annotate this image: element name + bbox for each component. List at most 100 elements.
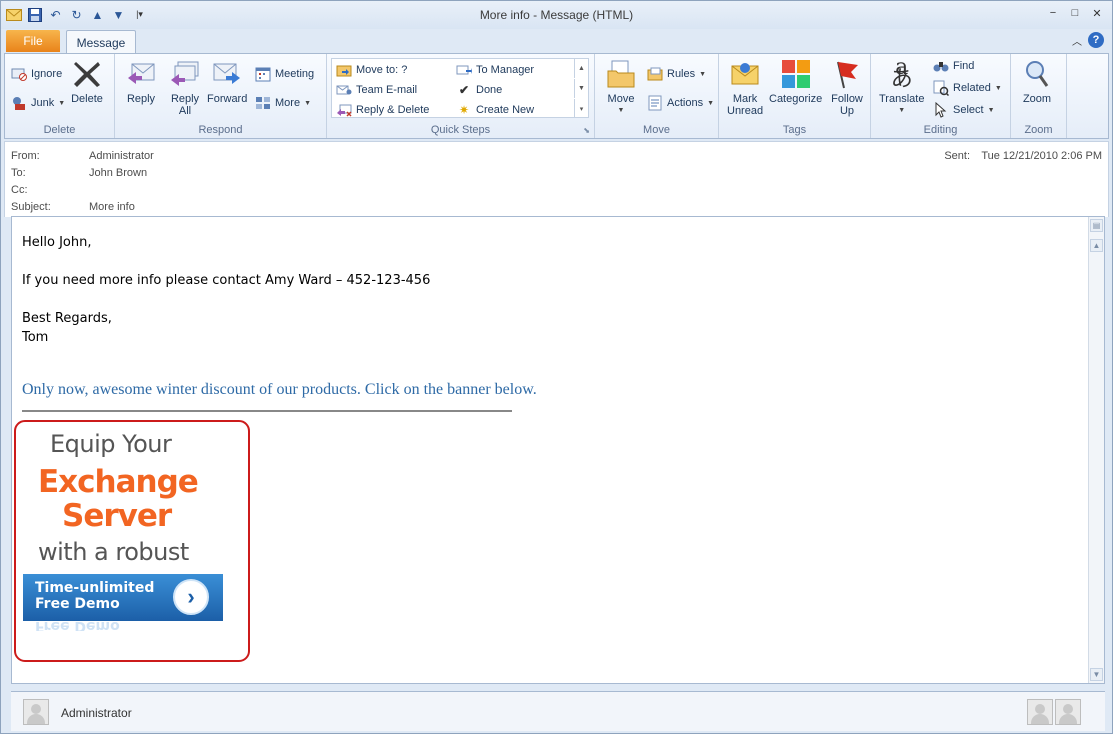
translate-button[interactable]: aあ Translate ▼ [879,57,924,117]
ignore-button[interactable]: Ignore [11,66,62,82]
forward-icon [211,58,243,90]
outlook-message-window: ↶ ↻ ▲ ▼ |▾ More info - Message (HTML) − … [0,0,1113,734]
quick-steps-dialog-launcher-icon[interactable]: ⬊ [583,126,590,135]
actions-button[interactable]: Actions ▼ [647,95,714,111]
rules-dropdown-icon[interactable]: ▼ [699,71,706,78]
mark-unread-label-2: Unread [727,105,764,117]
rules-button[interactable]: Rules ▼ [647,66,706,82]
meeting-calendar-icon [255,66,271,82]
collapse-ribbon-icon[interactable]: ︿ [1072,33,1082,48]
junk-dropdown-icon[interactable]: ▼ [58,100,65,107]
message-body: Hello John, If you need more info please… [11,216,1105,684]
find-button[interactable]: Find [933,58,974,74]
translate-dropdown-icon[interactable]: ▼ [898,105,905,117]
mark-unread-button[interactable]: Mark Unread [727,58,763,117]
actions-icon [647,95,663,111]
rules-icon [647,66,663,82]
group-zoom: Zoom Zoom [1011,54,1067,138]
delete-button[interactable]: Delete [71,58,103,105]
free-demo-reflection: Free Demo [35,621,120,631]
to-value[interactable]: John Brown [89,167,147,179]
move-to-label: Move to: ? [356,64,408,76]
free-demo-label: Time-unlimited Free Demo [35,580,154,612]
group-label-delete: Delete [43,124,76,136]
reply-all-label-1: Reply [170,93,200,105]
scroll-down-button[interactable]: ▼ [1090,668,1103,681]
banner-line-4: with a robust [38,538,189,566]
actions-dropdown-icon[interactable]: ▼ [707,100,714,107]
reply-button[interactable]: Reply [125,58,157,105]
scrollbar-options-icon[interactable]: ▤ [1090,219,1103,232]
close-button[interactable]: ✕ [1088,5,1106,21]
zoom-label: Zoom [1022,93,1052,105]
to-manager-icon [456,62,472,78]
ribbon-tabs: File Message ︿ ? [1,29,1112,54]
message-header: From: Administrator To: John Brown Cc: S… [4,141,1109,217]
meeting-label: Meeting [275,68,315,80]
forward-button[interactable]: Forward [207,58,247,105]
select-dropdown-icon[interactable]: ▼ [988,107,995,114]
window-title: More info - Message (HTML) [479,8,634,22]
categorize-icon [780,58,812,90]
promo-banner[interactable]: Equip Your Exchange Server with a robust… [14,420,250,662]
meeting-button[interactable]: Meeting [255,66,314,82]
quick-step-team-email[interactable]: Team E-mail [336,82,417,98]
group-label-editing: Editing [923,124,958,136]
help-icon[interactable]: ? [1088,32,1104,48]
group-tags: Mark Unread Categorize Follow Up Tags [719,54,871,138]
follow-up-label-2: Up [839,105,855,117]
tab-message[interactable]: Message [66,30,136,54]
from-value[interactable]: Administrator [89,150,154,162]
zoom-button[interactable]: Zoom [1021,58,1053,105]
quick-step-to-manager[interactable]: To Manager [456,62,534,78]
vertical-scrollbar[interactable]: ▤ ▲ ▼ [1088,217,1104,683]
group-editing: aあ Translate ▼ Find Related ▼ Select ▼ E… [871,54,1011,138]
more-respond-icon [255,95,271,111]
chevron-right-icon: › [173,579,209,615]
quick-step-done[interactable]: ✔ Done [456,82,502,98]
quick-steps-expand[interactable]: ▾ [574,99,588,118]
signature: Tom [22,330,49,345]
related-button[interactable]: Related ▼ [933,80,1002,96]
avatar-small-2[interactable] [1055,699,1081,725]
scroll-up-button[interactable]: ▲ [1090,239,1103,252]
more-dropdown-icon[interactable]: ▼ [304,100,311,107]
delete-x-icon [71,58,103,90]
free-demo-button[interactable]: Time-unlimited Free Demo › [23,574,223,621]
reply-all-button[interactable]: Reply All [169,58,201,117]
select-button[interactable]: Select ▼ [933,102,995,118]
group-label-move: Move [643,124,670,136]
reply-icon [125,58,157,90]
junk-icon [11,95,27,111]
avatar[interactable] [23,699,49,725]
group-label-tags: Tags [782,124,807,136]
move-button[interactable]: Move ▼ [605,58,637,117]
quick-steps-scroll-down[interactable]: ▼ [574,79,588,98]
body-line-contact: If you need more info please contact Amy… [22,273,431,288]
minimize-button[interactable]: − [1044,5,1062,21]
move-dropdown-icon[interactable]: ▼ [618,105,625,117]
people-pane-name[interactable]: Administrator [61,706,132,720]
ignore-icon [11,66,27,82]
done-label: Done [476,84,503,96]
from-label: From: [11,150,40,162]
related-icon [933,80,949,96]
quick-steps-scroll-up[interactable]: ▲ [574,59,588,78]
quick-step-reply-delete[interactable]: Reply & Delete [336,102,429,118]
tab-file[interactable]: File [6,30,60,52]
more-respond-button[interactable]: More ▼ [255,95,311,111]
follow-up-button[interactable]: Follow Up [831,58,863,117]
cc-label: Cc: [11,184,28,196]
sent-value: Tue 12/21/2010 2:06 PM [981,150,1102,162]
categorize-button[interactable]: Categorize [769,58,822,105]
quick-step-create-new[interactable]: ✷ Create New [456,102,534,118]
avatar-small-1[interactable] [1027,699,1053,725]
to-label: To: [11,167,26,179]
maximize-button[interactable]: □ [1066,5,1084,21]
title-bar: ↶ ↻ ▲ ▼ |▾ More info - Message (HTML) − … [1,1,1112,29]
quick-step-move-to[interactable]: Move to: ? [336,62,407,78]
create-new-icon: ✷ [458,103,470,117]
junk-button[interactable]: Junk ▼ [11,95,65,111]
horizontal-divider [22,410,512,412]
related-dropdown-icon[interactable]: ▼ [995,85,1002,92]
